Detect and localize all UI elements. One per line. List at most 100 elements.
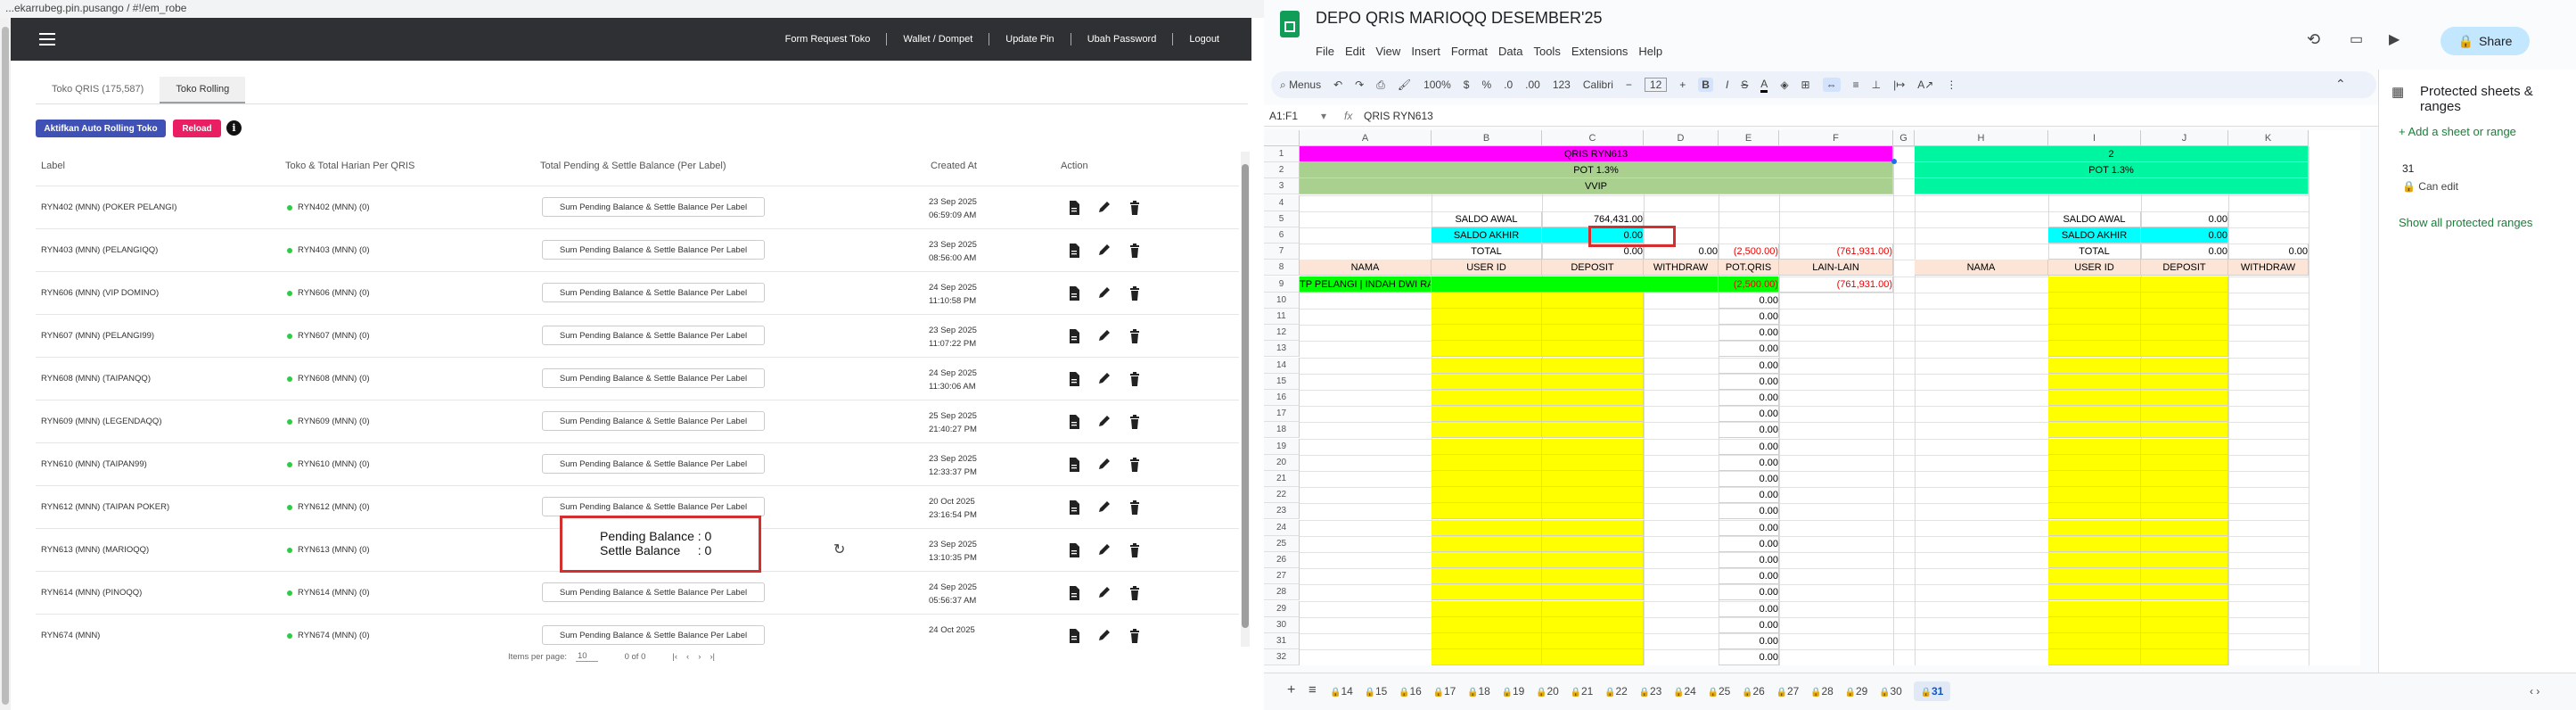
cell-deposit[interactable] [1542,357,1644,374]
tab-toko-qris[interactable]: Toko QRIS (175,587) [36,77,160,103]
edit-icon[interactable] [1098,415,1111,429]
name-box-dropdown-icon[interactable]: ▾ [1321,110,1326,122]
document-icon[interactable] [1068,372,1080,386]
row-header[interactable]: 20 [1264,454,1300,471]
redo-icon[interactable]: ↷ [1355,78,1364,91]
percent-button[interactable]: % [1481,78,1491,91]
cell-user-id-2[interactable] [2048,649,2141,665]
cell-deposit-2[interactable] [2141,519,2228,536]
cell-user-id[interactable] [1432,633,1542,649]
nav-update-pin[interactable]: Update Pin [989,34,1070,45]
delete-icon[interactable] [1128,458,1141,472]
cell-header-2-h_nama[interactable]: NAMA [1915,260,2048,277]
prev-page-icon[interactable]: ‹ [686,652,689,662]
sum-balance-button[interactable]: Sum Pending Balance & Settle Balance Per… [542,497,765,516]
col-header-i[interactable]: I [2048,130,2141,146]
tab-toko-rolling[interactable]: Toko Rolling [160,77,246,103]
edit-icon[interactable] [1098,201,1111,215]
delete-icon[interactable] [1128,244,1141,258]
history-icon[interactable]: ⟲ [2307,30,2320,49]
row-header[interactable]: 6 [1264,227,1300,244]
cell-pot-qris[interactable]: 0.00 [1719,292,1779,309]
document-icon[interactable] [1068,629,1080,643]
cell-pot-qris[interactable]: 0.00 [1719,633,1779,649]
cell-total-lain[interactable]: (761,931.00) [1779,244,1893,260]
cell-user-id-2[interactable] [2048,357,2141,374]
select-all-corner[interactable] [1264,130,1300,146]
sheet-tab-19[interactable]: 🔒19 [1502,685,1525,698]
cell-user-id-2[interactable] [2048,454,2141,471]
delete-icon[interactable] [1128,629,1141,643]
cell-pot-qris[interactable]: 0.00 [1719,487,1779,504]
cell-user-id[interactable] [1432,341,1542,358]
cell-pot[interactable]: POT 1.3% [1300,162,1893,179]
cell-user-id[interactable] [1432,422,1542,439]
edit-icon[interactable] [1098,244,1111,258]
row-header[interactable]: 28 [1264,584,1300,601]
merge-cells-icon[interactable]: ⇔ [1822,78,1841,92]
row-header[interactable]: 11 [1264,309,1300,325]
row-header[interactable]: 32 [1264,649,1300,665]
cell-deposit[interactable] [1542,616,1644,633]
delete-icon[interactable] [1128,201,1141,215]
cell-user-id-2[interactable] [2048,292,2141,309]
cell-deposit[interactable] [1542,649,1644,665]
document-icon[interactable] [1068,586,1080,600]
cell-user-id-2[interactable] [2048,325,2141,342]
print-icon[interactable]: ⎙ [1376,78,1385,92]
document-icon[interactable] [1068,500,1080,515]
menu-format[interactable]: Format [1451,45,1488,58]
document-icon[interactable] [1068,329,1080,343]
cell-pot-qris[interactable]: 0.00 [1719,519,1779,536]
menu-file[interactable]: File [1316,45,1334,58]
cell-nama[interactable]: TP PELANGI | INDAH DWI RAMADHANI [1300,276,1432,293]
cell-deposit-2[interactable] [2141,600,2228,617]
cell-deposit[interactable] [1542,341,1644,358]
text-wrap-icon[interactable]: |↦ [1893,78,1905,91]
delete-icon[interactable] [1128,329,1141,343]
row-header[interactable]: 30 [1264,616,1300,633]
name-box[interactable]: A1:F1 [1269,110,1298,122]
cell-pot-qris[interactable]: 0.00 [1719,552,1779,568]
sheets-logo-icon[interactable] [1280,11,1300,37]
row-header[interactable]: 18 [1264,422,1300,439]
cell-row9-fill[interactable] [1432,276,1719,293]
text-color-button[interactable]: A [1760,78,1768,93]
delete-icon[interactable] [1128,500,1141,515]
more-options-icon[interactable]: ⋮ [1946,78,1957,91]
bold-button[interactable]: B [1698,78,1713,92]
formula-input[interactable]: QRIS RYN613 [1364,110,1433,122]
cell-total-withdraw-2[interactable]: 0.00 [2228,244,2309,260]
edit-icon[interactable] [1098,586,1111,600]
cell-deposit[interactable] [1542,552,1644,568]
cell-user-id-2[interactable] [2048,584,2141,601]
cell-user-id-2[interactable] [2048,390,2141,406]
cell-header-2-h_user[interactable]: USER ID [2048,260,2141,277]
cell-user-id-2[interactable] [2048,535,2141,552]
cell-user-id[interactable] [1432,292,1542,309]
cell-user-id[interactable] [1432,600,1542,617]
paint-format-icon[interactable]: 🖌 [1398,78,1411,91]
cell-saldo-akhir-label[interactable]: SALDO AKHIR [1432,227,1542,244]
cell-header-h_lain[interactable]: LAIN-LAIN [1779,260,1893,277]
cell-pot-qris[interactable]: 0.00 [1719,309,1779,325]
cell-user-id[interactable] [1432,309,1542,325]
cell-deposit[interactable] [1542,422,1644,439]
sheet-tab-17[interactable]: 🔒17 [1433,685,1456,698]
font-size-decrease[interactable]: − [1626,78,1632,91]
menu-view[interactable]: View [1375,45,1400,58]
cell-title-2[interactable]: 2 [1915,146,2309,162]
sheet-tab-30[interactable]: 🔒30 [1879,685,1902,698]
sheet-tab-27[interactable]: 🔒27 [1776,685,1800,698]
cell-total-label[interactable]: TOTAL [1432,244,1542,260]
cell-deposit[interactable] [1542,325,1644,342]
menu-data[interactable]: Data [1498,45,1522,58]
cell-user-id[interactable] [1432,373,1542,390]
cell-user-id[interactable] [1432,390,1542,406]
cell-deposit-2[interactable] [2141,584,2228,601]
cell-pot-2[interactable]: POT 1.3% [1915,162,2309,179]
cell-user-id[interactable] [1432,616,1542,633]
cell-pot-qris[interactable]: 0.00 [1719,649,1779,665]
cell-header-h_wd[interactable]: WITHDRAW [1644,260,1719,277]
cell-deposit[interactable] [1542,406,1644,423]
